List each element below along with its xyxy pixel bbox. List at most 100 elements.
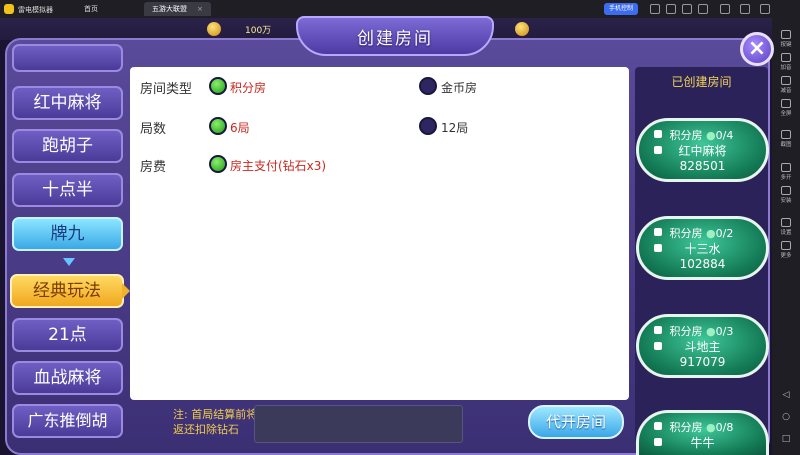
side-tool-volume-down[interactable]: 减音 (772, 76, 800, 94)
tab-game[interactable]: 五游大联盟 × (144, 2, 211, 16)
person-icon: ● (706, 325, 716, 338)
room-type: 积分房 (669, 421, 703, 434)
created-rooms-title: 已创建房间 (671, 75, 732, 89)
open-room-button[interactable]: 代开房间 (528, 405, 624, 439)
room-game: 牛牛 (690, 436, 715, 450)
side-tool-settings[interactable]: 设置 (772, 218, 800, 236)
side-tool-screenshot[interactable]: 截图 (772, 130, 800, 148)
side-tool-label: 多开 (780, 175, 792, 181)
game-type-21[interactable]: 21点 (12, 318, 123, 352)
person-icon: ● (706, 227, 716, 240)
radio-owner-pays[interactable] (209, 155, 227, 173)
side-tool-fullscreen[interactable]: 全屏 (772, 99, 800, 117)
person-icon: ● (706, 421, 716, 434)
emulator-app-name: 雷电模拟器 (18, 6, 53, 14)
game-type-paohuzi[interactable]: 跑胡子 (12, 129, 123, 163)
gear-icon (781, 218, 791, 227)
game-type-paijiu[interactable]: 牌九 (12, 217, 123, 251)
side-tool-label: 更多 (780, 253, 792, 259)
room-players: 0/4 (715, 129, 734, 142)
diamond-icon (515, 22, 529, 36)
room-header: 积分房 ●0/8 (659, 419, 759, 435)
game-type-guangdong[interactable]: 广东推倒胡 (12, 404, 123, 438)
side-tool-label: 设置 (780, 230, 792, 236)
room-card[interactable]: 积分房 ●0/8 牛牛 (636, 410, 769, 455)
radio-12-rounds[interactable] (419, 117, 437, 135)
room-card[interactable]: 积分房 ●0/3 斗地主 917079 (636, 314, 769, 378)
side-tool-label: 安装 (780, 198, 792, 204)
note-box (254, 405, 463, 443)
game-type-partial[interactable] (12, 44, 123, 72)
room-players: 0/8 (715, 421, 734, 434)
fullscreen-icon (781, 99, 791, 108)
coin-icon (207, 22, 221, 36)
room-header: 积分房 ●0/2 (659, 225, 759, 241)
minimize-icon[interactable] (720, 4, 730, 14)
keyboard-icon (781, 30, 791, 39)
option-points-room[interactable]: 积分房 (230, 79, 266, 96)
rounds-label: 局数 (140, 122, 167, 137)
user-icon[interactable] (682, 4, 692, 14)
fee-label: 房费 (140, 160, 167, 175)
room-game: 十三水 (684, 242, 721, 256)
recent-apps-button[interactable]: □ (772, 434, 800, 444)
room-game: 红中麻将 (678, 144, 727, 158)
game-type-xuezhan[interactable]: 血战麻将 (12, 361, 123, 395)
side-tool-label: 按键 (780, 42, 792, 48)
close-icon: × (747, 36, 767, 61)
side-tool-keys[interactable]: 按键 (772, 30, 800, 48)
refund-note: 注: 首局结算前将 返还扣除钻石 (173, 407, 257, 437)
home-button[interactable]: ○ (772, 412, 800, 422)
room-header: 积分房 ●0/3 (659, 323, 759, 339)
mail-icon[interactable] (666, 4, 676, 14)
tab-home[interactable]: 首页 (76, 2, 106, 16)
option-owner-pays[interactable]: 房主支付(钻石x3) (230, 157, 326, 174)
side-tool-install[interactable]: 安装 (772, 186, 800, 204)
room-players: 0/2 (715, 227, 734, 240)
side-tool-multi[interactable]: 多开 (772, 163, 800, 181)
subtype-classic[interactable]: 经典玩法 (10, 274, 124, 308)
gamepad-icon[interactable] (650, 4, 660, 14)
emulator-side-toolbar: 按键 加音 减音 全屏 截图 多开 安装 设置 更多 ◁ ○ □ (772, 18, 800, 455)
side-tool-label: 加音 (780, 65, 792, 71)
side-tool-more[interactable]: 更多 (772, 241, 800, 259)
radio-points-room[interactable] (209, 77, 227, 95)
selected-pointer-icon (122, 283, 130, 299)
tab-home-label: 首页 (84, 5, 98, 13)
coin-amount: 100万 (245, 26, 272, 36)
room-type: 积分房 (669, 129, 703, 142)
person-icon: ● (706, 129, 716, 142)
game-type-hongzhong[interactable]: 红中麻将 (12, 86, 123, 120)
side-tool-label: 截图 (780, 142, 792, 148)
option-6-rounds[interactable]: 6局 (230, 119, 250, 136)
room-card[interactable]: 积分房 ●0/4 红中麻将 828501 (636, 118, 769, 182)
maximize-icon[interactable] (740, 4, 750, 14)
phone-control-button[interactable]: 手机控制 (604, 3, 639, 15)
expand-arrow-icon (63, 258, 75, 266)
side-tool-volume-up[interactable]: 加音 (772, 53, 800, 71)
room-type-label: 房间类型 (140, 82, 193, 97)
radio-6-rounds[interactable] (209, 117, 227, 135)
tab-close-icon[interactable]: × (197, 5, 203, 13)
room-type: 积分房 (669, 325, 703, 338)
apk-install-icon (781, 186, 791, 195)
scissors-icon (781, 130, 791, 139)
room-players: 0/3 (715, 325, 734, 338)
window-close-icon[interactable] (760, 4, 770, 14)
radio-coin-room[interactable] (419, 77, 437, 95)
room-card[interactable]: 积分房 ●0/2 十三水 102884 (636, 216, 769, 280)
side-tool-label: 全屏 (780, 111, 792, 117)
options-panel (130, 67, 629, 400)
multi-window-icon (781, 163, 791, 172)
note-line1: 注: 首局结算前将 (173, 408, 258, 421)
room-game: 斗地主 (684, 340, 721, 354)
close-button[interactable]: × (740, 32, 774, 66)
option-coin-room[interactable]: 金币房 (441, 79, 477, 96)
menu-icon[interactable] (698, 4, 708, 14)
volume-down-icon (781, 76, 791, 85)
option-12-rounds[interactable]: 12局 (441, 119, 468, 136)
room-type: 积分房 (669, 227, 703, 240)
back-button[interactable]: ◁ (772, 390, 800, 400)
game-type-shidianban[interactable]: 十点半 (12, 173, 123, 207)
room-code: 828501 (679, 159, 726, 173)
